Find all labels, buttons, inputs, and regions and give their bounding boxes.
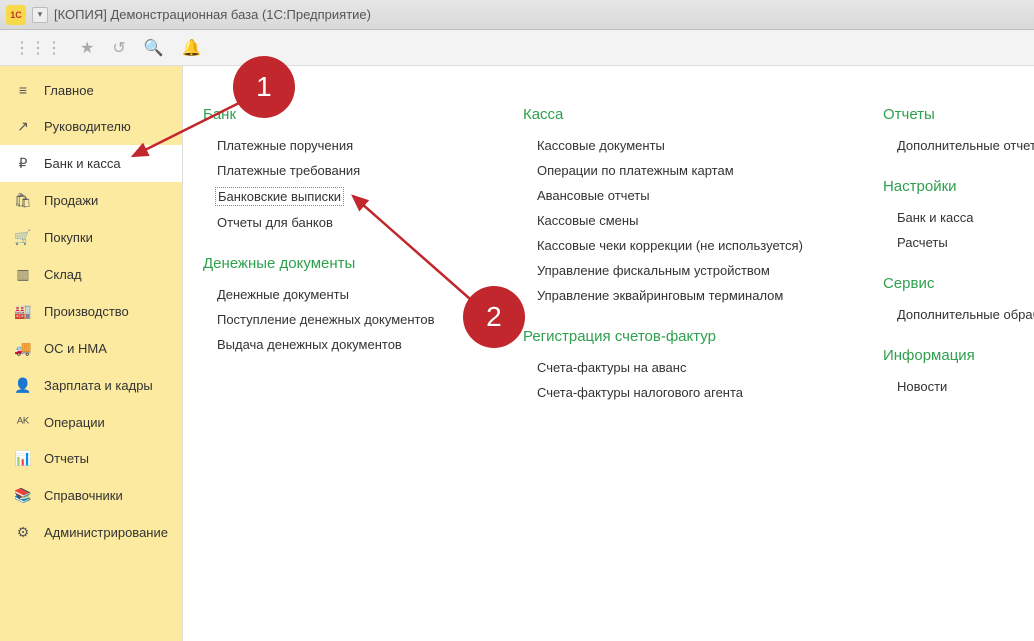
- link-item[interactable]: Операции по платежным картам: [523, 158, 823, 183]
- sidebar-item-label: Отчеты: [44, 451, 89, 466]
- sidebar-item-0[interactable]: ≡ Главное: [0, 72, 182, 108]
- link-item[interactable]: Выдача денежных документов: [203, 332, 463, 357]
- nav-icon: 📚: [14, 487, 32, 504]
- sidebar-item-3[interactable]: 🛍 Продажи: [0, 182, 182, 219]
- nav-icon: 🛒: [14, 229, 32, 246]
- sidebar-item-10[interactable]: 📊 Отчеты: [0, 440, 182, 477]
- section-title[interactable]: Касса: [523, 106, 823, 123]
- section-title[interactable]: Информация: [883, 347, 1034, 364]
- toolbar: ⋮⋮⋮ ★ ↺ 🔍 🔔: [0, 30, 1034, 66]
- link-item[interactable]: Счета-фактуры на аванс: [523, 355, 823, 380]
- section-title[interactable]: Банк: [203, 106, 463, 123]
- link-item[interactable]: Управление фискальным устройством: [523, 258, 823, 283]
- column-kassa: Касса Кассовые документыОперации по плате…: [523, 106, 823, 621]
- link-item[interactable]: Банковские выписки: [215, 187, 344, 206]
- sidebar-item-4[interactable]: 🛒 Покупки: [0, 219, 182, 256]
- link-item[interactable]: Платежные требования: [203, 158, 463, 183]
- link-item[interactable]: Счета-фактуры налогового агента: [523, 380, 823, 405]
- nav-icon: ᴬᴷ: [14, 414, 32, 430]
- sidebar-item-5[interactable]: ▥ Склад: [0, 256, 182, 293]
- sidebar-item-9[interactable]: ᴬᴷ Операции: [0, 404, 182, 440]
- link-item[interactable]: Денежные документы: [203, 282, 463, 307]
- section-title[interactable]: Регистрация счетов-фактур: [523, 328, 823, 345]
- link-item[interactable]: Авансовые отчеты: [523, 183, 823, 208]
- link-item[interactable]: Дополнительные отчеты: [883, 133, 1034, 158]
- sidebar-item-label: Главное: [44, 83, 94, 98]
- nav-icon: 📊: [14, 450, 32, 467]
- link-item[interactable]: Кассовые смены: [523, 208, 823, 233]
- search-icon[interactable]: 🔍: [144, 38, 164, 58]
- section-title[interactable]: Отчеты: [883, 106, 1034, 123]
- link-item[interactable]: Поступление денежных документов: [203, 307, 463, 332]
- sidebar-item-8[interactable]: 👤 Зарплата и кадры: [0, 367, 182, 404]
- annotation-circle-2: 2: [463, 286, 525, 348]
- sidebar-item-label: Справочники: [44, 488, 123, 503]
- window-title: [КОПИЯ] Демонстрационная база (1С:Предпр…: [54, 7, 371, 22]
- link-item[interactable]: Дополнительные обработки: [883, 302, 1034, 327]
- star-icon[interactable]: ★: [80, 38, 94, 58]
- content-area: Банк Платежные порученияПлатежные требова…: [183, 66, 1034, 641]
- history-icon[interactable]: ↺: [112, 38, 125, 58]
- link-item[interactable]: Кассовые чеки коррекции (не используется…: [523, 233, 823, 258]
- nav-icon: 🛍: [14, 192, 32, 209]
- link-item[interactable]: Кассовые документы: [523, 133, 823, 158]
- nav-icon: ₽: [14, 155, 32, 172]
- nav-icon: 🚚: [14, 340, 32, 357]
- titlebar: 1C ▾ [КОПИЯ] Демонстрационная база (1С:П…: [0, 0, 1034, 30]
- nav-icon: ▥: [14, 266, 32, 283]
- logo-1c-icon: 1C: [6, 5, 26, 25]
- sidebar-item-label: ОС и НМА: [44, 341, 107, 356]
- sidebar-item-12[interactable]: ⚙ Администрирование: [0, 514, 182, 551]
- column-bank: Банк Платежные порученияПлатежные требова…: [203, 106, 463, 621]
- nav-icon: ↗: [14, 118, 32, 135]
- sidebar-item-7[interactable]: 🚚 ОС и НМА: [0, 330, 182, 367]
- main: ≡ Главное ↗ Руководителю ₽ Банк и касса 🛍 Прода…: [0, 66, 1034, 641]
- nav-icon: 👤: [14, 377, 32, 394]
- sidebar-item-label: Операции: [44, 415, 105, 430]
- app-menu-dropdown[interactable]: ▾: [32, 7, 48, 23]
- link-item[interactable]: Управление эквайринговым терминалом: [523, 283, 823, 308]
- section-title[interactable]: Сервис: [883, 275, 1034, 292]
- column-right: Отчеты Дополнительные отчеты Настройки Банк…: [883, 106, 1034, 621]
- bell-icon[interactable]: 🔔: [182, 38, 202, 58]
- sidebar-item-label: Зарплата и кадры: [44, 378, 153, 393]
- sidebar-item-label: Склад: [44, 267, 82, 282]
- sidebar-item-6[interactable]: 🏭 Производство: [0, 293, 182, 330]
- apps-icon[interactable]: ⋮⋮⋮: [14, 38, 62, 58]
- sidebar-item-label: Банк и касса: [44, 156, 121, 171]
- sidebar-item-1[interactable]: ↗ Руководителю: [0, 108, 182, 145]
- sidebar-item-label: Продажи: [44, 193, 98, 208]
- link-item[interactable]: Расчеты: [883, 230, 1034, 255]
- link-item[interactable]: Отчеты для банков: [203, 210, 463, 235]
- nav-icon: 🏭: [14, 303, 32, 320]
- link-item[interactable]: Новости: [883, 374, 1034, 399]
- nav-icon: ⚙: [14, 524, 32, 541]
- sidebar-item-label: Производство: [44, 304, 129, 319]
- link-item[interactable]: Платежные поручения: [203, 133, 463, 158]
- nav-icon: ≡: [14, 82, 32, 98]
- section-title[interactable]: Денежные документы: [203, 255, 463, 272]
- sidebar-item-label: Администрирование: [44, 525, 168, 540]
- sidebar-item-11[interactable]: 📚 Справочники: [0, 477, 182, 514]
- sidebar-item-label: Покупки: [44, 230, 93, 245]
- sidebar-item-2[interactable]: ₽ Банк и касса: [0, 145, 182, 182]
- sidebar-item-label: Руководителю: [44, 119, 131, 134]
- link-item[interactable]: Банк и касса: [883, 205, 1034, 230]
- sidebar: ≡ Главное ↗ Руководителю ₽ Банк и касса 🛍 Прода…: [0, 66, 183, 641]
- section-title[interactable]: Настройки: [883, 178, 1034, 195]
